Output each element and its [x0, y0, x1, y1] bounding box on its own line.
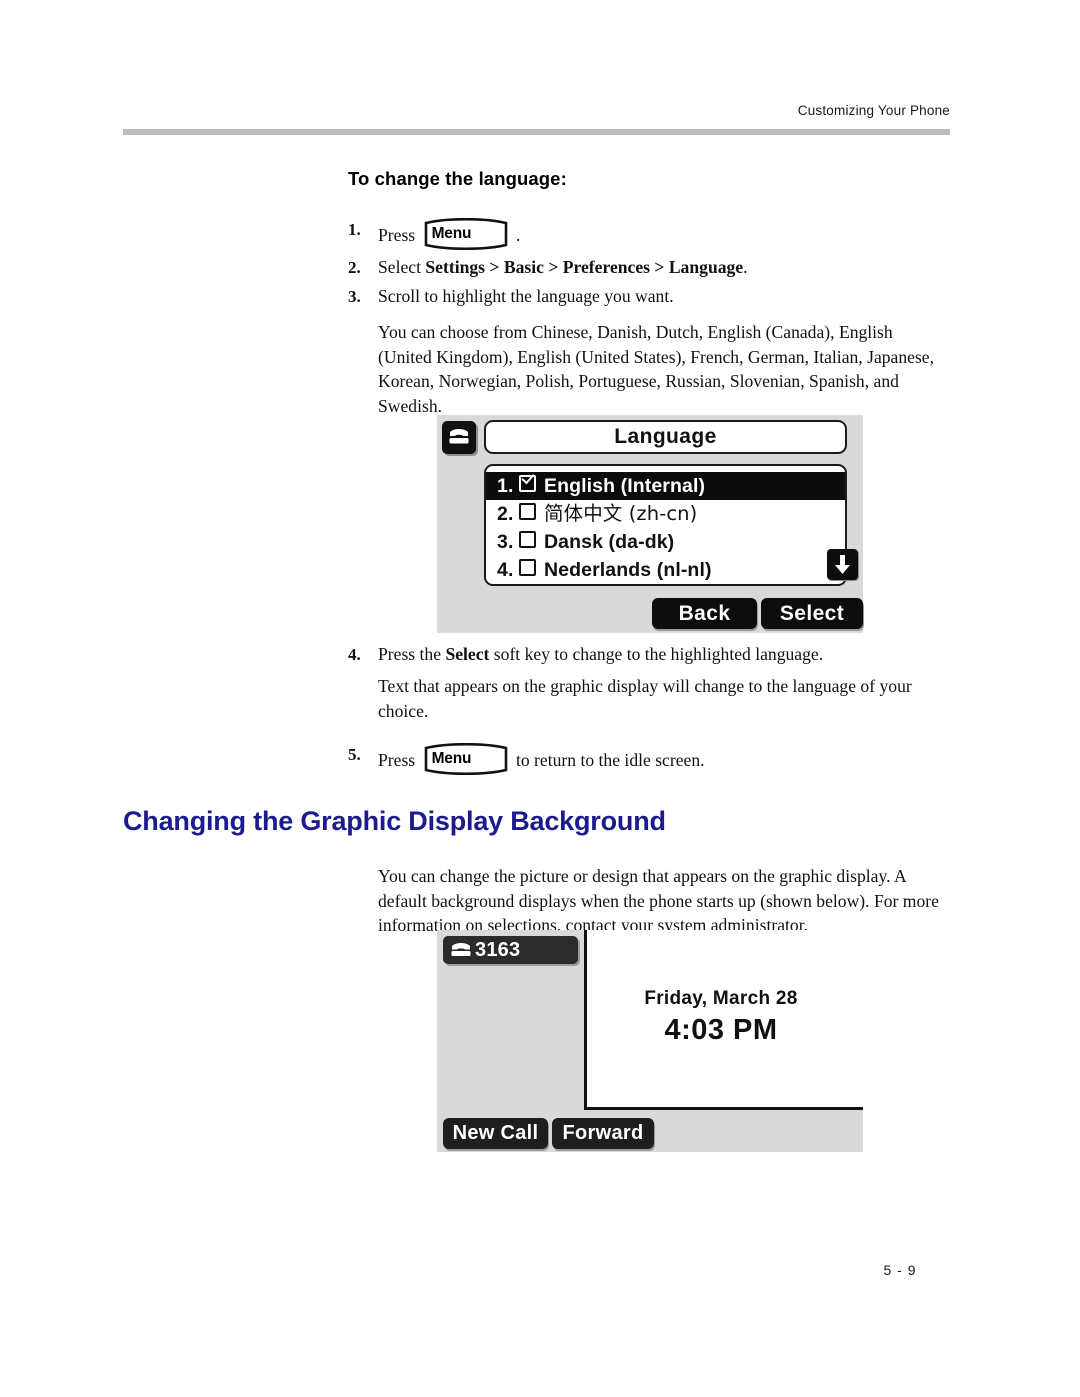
- section-heading: Changing the Graphic Display Background: [123, 806, 666, 836]
- step-2-end: .: [743, 257, 748, 277]
- item-index: 1.: [497, 475, 514, 497]
- language-list-item[interactable]: 3. Dansk (da-dk): [486, 528, 845, 556]
- step-1: 1. Press Menu .: [348, 218, 948, 250]
- step-3: 3. Scroll to highlight the language you …: [348, 285, 948, 309]
- section-paragraph: You can change the picture or design tha…: [378, 866, 939, 935]
- step-1-text: Press Menu .: [378, 218, 948, 250]
- step-4-softkey-name: Select: [445, 644, 490, 664]
- item-index: 4.: [497, 559, 514, 581]
- step-4-post: soft key to change to the highlighted la…: [489, 644, 824, 664]
- step-2-number: 2.: [348, 258, 361, 277]
- arrow-down-icon[interactable]: [827, 549, 858, 580]
- step-4-number: 4.: [348, 645, 361, 664]
- softkey-select[interactable]: Select: [761, 598, 863, 629]
- checkbox-checked-icon[interactable]: [519, 475, 536, 492]
- handset-icon: [442, 421, 476, 454]
- language-list-item[interactable]: 2. 简体中文 (zh-cn): [486, 500, 845, 528]
- softkey-new-call[interactable]: New Call: [443, 1118, 548, 1149]
- item-label: Nederlands (nl-nl): [544, 559, 712, 581]
- checkbox-icon[interactable]: [519, 503, 536, 520]
- language-list-item[interactable]: 4. Nederlands (nl-nl): [486, 556, 845, 584]
- item-index: 2.: [497, 503, 514, 525]
- idle-screen-screenshot: Friday, March 28 4:03 PM 3163 New Call F…: [437, 930, 863, 1152]
- idle-time: 4:03 PM: [664, 1014, 778, 1046]
- language-list-item[interactable]: 1. English (Internal): [486, 472, 845, 500]
- step-5-pre: Press: [378, 750, 416, 770]
- step-5-post: to return to the idle screen.: [515, 750, 705, 770]
- language-softkey-bar: Back Select: [437, 595, 863, 633]
- step-3-text: Scroll to highlight the language you wan…: [378, 286, 674, 306]
- checkbox-icon[interactable]: [519, 559, 536, 576]
- menu-hardkey[interactable]: Menu: [423, 218, 509, 250]
- step-1-post: .: [515, 225, 521, 245]
- softkey-back[interactable]: Back: [652, 598, 757, 629]
- menu-hardkey-label: Menu: [431, 225, 472, 242]
- procedure-heading: To change the language:: [348, 168, 567, 189]
- step-2: 2. Select Settings > Basic > Preferences…: [348, 256, 948, 280]
- line-key-label: 3163: [475, 939, 521, 961]
- language-menu-screenshot: Language 1. English (Internal) 2. 简体中文 (zh…: [437, 415, 863, 633]
- menu-hardkey[interactable]: Menu: [423, 743, 509, 775]
- language-title-bar: Language: [484, 420, 847, 454]
- step-5-number: 5.: [348, 745, 361, 764]
- step-2-text: Select Settings > Basic > Preferences > …: [378, 256, 948, 280]
- step-1-number: 1.: [348, 220, 361, 239]
- line-key[interactable]: 3163: [443, 936, 578, 964]
- step-2-lead: Select: [378, 257, 426, 277]
- idle-softkey-bar: New Call Forward: [437, 1112, 863, 1152]
- idle-date: Friday, March 28: [644, 988, 798, 1009]
- languages-paragraph: You can choose from Chinese, Danish, Dut…: [378, 322, 935, 416]
- item-label: 简体中文 (zh-cn): [544, 502, 698, 525]
- running-header: Customizing Your Phone: [797, 103, 950, 118]
- step-3-number: 3.: [348, 287, 361, 306]
- language-list: 1. English (Internal) 2. 简体中文 (zh-cn) 3. Da…: [484, 464, 847, 586]
- step-5: 5. Press Menu to return to the idle scre…: [348, 743, 948, 775]
- step-5-text: Press Menu to return to the idle screen.: [378, 743, 948, 775]
- step-4-pre: Press the: [378, 644, 446, 664]
- step-2-menu-path: Settings > Basic > Preferences > Languag…: [425, 257, 744, 277]
- page-number: 5 - 9: [883, 1262, 917, 1278]
- language-title: Language: [614, 425, 717, 448]
- handset-icon: [451, 943, 471, 956]
- softkey-forward[interactable]: Forward: [552, 1118, 654, 1149]
- checkbox-icon[interactable]: [519, 531, 536, 548]
- item-label: English (Internal): [544, 475, 706, 497]
- step-4-text: Press the Select soft key to change to t…: [378, 643, 948, 667]
- result-paragraph: Text that appears on the graphic display…: [378, 676, 912, 721]
- step-1-pre: Press: [378, 225, 416, 245]
- idle-display-area: Friday, March 28 4:03 PM: [584, 930, 863, 1110]
- item-index: 3.: [497, 531, 514, 553]
- step-4: 4. Press the Select soft key to change t…: [348, 643, 948, 667]
- item-label: Dansk (da-dk): [544, 531, 675, 553]
- menu-hardkey-label: Menu: [431, 750, 472, 767]
- header-rule: [123, 129, 950, 135]
